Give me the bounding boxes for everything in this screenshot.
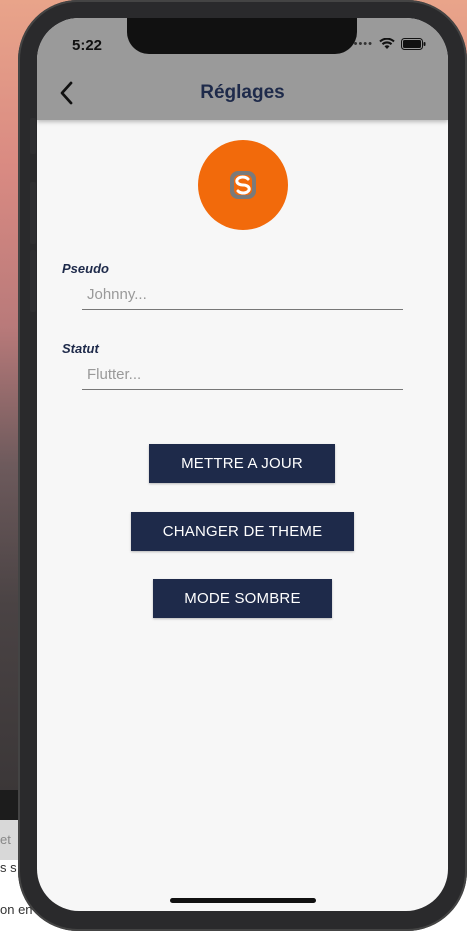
avatar — [198, 140, 288, 230]
background-text: et — [0, 832, 11, 847]
statut-input[interactable] — [82, 360, 403, 390]
wifi-icon — [379, 38, 395, 49]
app-bar: 5:22 •••• Réglages — [37, 18, 448, 120]
phone-screen: 5:22 •••• Réglages Pseudo Statu — [37, 18, 448, 911]
signal-dots: •••• — [353, 38, 373, 50]
update-button[interactable]: METTRE A JOUR — [149, 444, 335, 483]
dark-mode-button[interactable]: MODE SOMBRE — [153, 579, 332, 618]
volume-up-button — [30, 182, 36, 244]
status-icons: •••• — [354, 38, 426, 50]
home-indicator[interactable] — [170, 898, 316, 903]
pseudo-input[interactable] — [82, 280, 403, 310]
notch — [127, 18, 357, 54]
background-text: s s — [0, 860, 17, 875]
status-time: 5:22 — [72, 37, 103, 54]
app-logo-icon — [230, 171, 256, 199]
change-theme-button[interactable]: CHANGER DE THEME — [131, 512, 354, 551]
statut-label: Statut — [62, 341, 99, 356]
battery-icon — [401, 38, 426, 50]
page-title: Réglages — [200, 82, 285, 103]
mute-switch — [30, 118, 36, 154]
volume-down-button — [30, 250, 36, 312]
pseudo-label: Pseudo — [62, 261, 109, 276]
